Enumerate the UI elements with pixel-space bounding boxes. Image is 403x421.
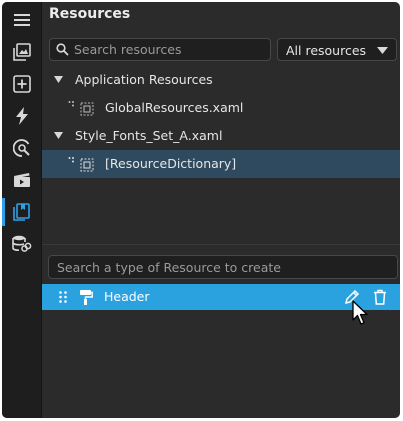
style-item-label: Header [104,289,150,304]
drag-handle-icon[interactable] [59,291,67,303]
resources-button[interactable] [2,196,41,228]
actions-button[interactable] [2,100,41,132]
assets-button[interactable] [2,36,41,68]
panel-title: Resources [49,6,131,22]
database-link-icon [11,235,31,252]
tree-group-style-fonts[interactable]: Style_Fonts_Set_A.xaml [42,122,400,150]
menu-button[interactable] [2,4,41,36]
search-input[interactable] [74,39,264,60]
resources-window: Resources All resources Application Reso… [2,2,400,418]
add-box-icon [12,75,31,93]
data-button[interactable] [2,228,41,260]
create-resource-input[interactable] [57,256,387,278]
resource-filter-dropdown[interactable]: All resources [277,38,397,61]
tree-group-label: Application Resources [75,72,213,87]
media-button[interactable] [2,164,41,196]
resources-panel: Resources All resources Application Reso… [42,2,400,418]
performance-button[interactable] [2,132,41,164]
tree-item-resource-dictionary[interactable]: [ResourceDictionary] [42,150,400,178]
tree-item-label: GlobalResources.xaml [105,100,244,115]
create-resource-box[interactable] [48,255,398,279]
chevron-down-icon [377,47,388,54]
filter-selected-value: All resources [286,43,367,58]
film-icon [13,173,30,187]
resource-dictionary-icon [68,101,94,116]
tree-group-label: Style_Fonts_Set_A.xaml [75,128,223,143]
expand-caret-icon[interactable] [54,132,63,139]
paint-brush-icon [80,290,93,305]
trash-icon[interactable] [373,289,387,305]
tree-item-global-resources[interactable]: GlobalResources.xaml [42,94,400,122]
speed-gauge-icon [12,139,30,157]
search-icon [56,43,69,56]
style-item-header[interactable]: Header [42,284,400,310]
lightning-icon [15,107,28,125]
tree-item-label: [ResourceDictionary] [105,156,237,171]
menu-icon [13,14,30,26]
add-button[interactable] [2,68,41,100]
panel-divider [42,244,400,245]
resource-dictionary-icon [68,157,94,172]
search-box[interactable] [49,38,271,61]
expand-caret-icon[interactable] [54,76,63,83]
tree-group-application-resources[interactable]: Application Resources [42,66,400,94]
mouse-cursor-icon [352,300,368,325]
icon-rail [2,2,42,418]
resources-icon [12,203,30,221]
image-gallery-icon [12,43,31,61]
